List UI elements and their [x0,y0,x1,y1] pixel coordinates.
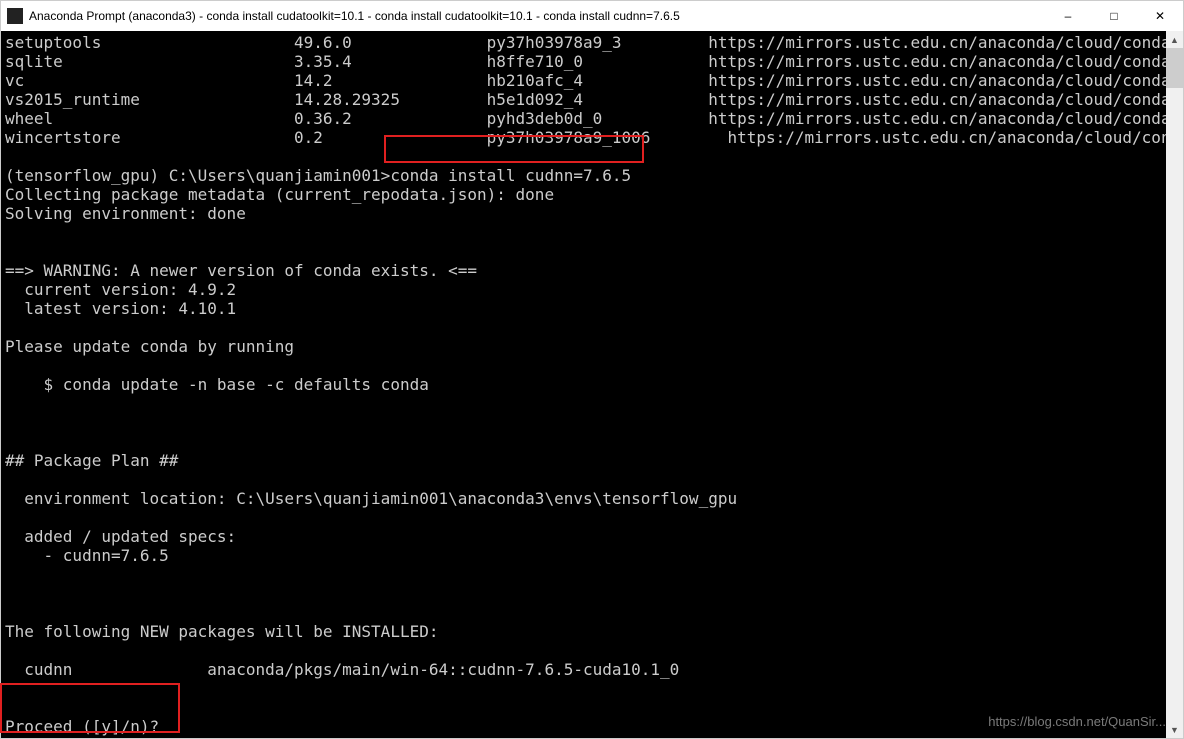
app-icon [7,8,23,24]
terminal-window: Anaconda Prompt (anaconda3) - conda inst… [0,0,1184,739]
scroll-up-arrow-icon[interactable]: ▲ [1166,31,1183,48]
client-area: setuptools 49.6.0 py37h03978a9_3 https:/… [1,31,1183,738]
titlebar[interactable]: Anaconda Prompt (anaconda3) - conda inst… [1,1,1183,31]
maximize-button[interactable]: □ [1091,1,1137,31]
scroll-down-arrow-icon[interactable]: ▼ [1166,721,1183,738]
scroll-thumb[interactable] [1166,48,1183,88]
window-title: Anaconda Prompt (anaconda3) - conda inst… [29,9,680,23]
vertical-scrollbar[interactable]: ▲ ▼ [1166,31,1183,738]
minimize-button[interactable]: – [1045,1,1091,31]
terminal-output[interactable]: setuptools 49.6.0 py37h03978a9_3 https:/… [1,31,1166,738]
close-button[interactable]: ✕ [1137,1,1183,31]
